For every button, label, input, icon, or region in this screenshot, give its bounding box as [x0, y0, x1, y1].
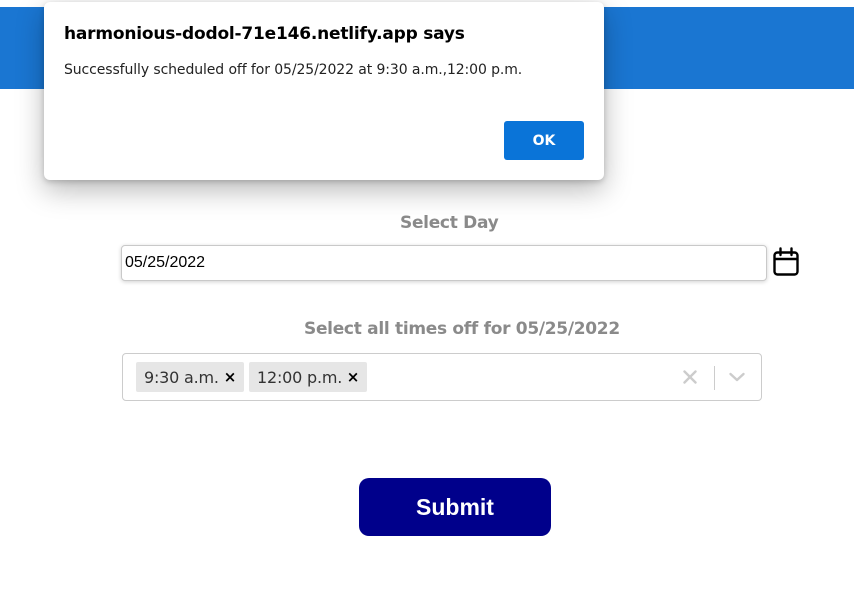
select-day-label: Select Day	[400, 213, 499, 233]
alert-title: harmonious-dodol-71e146.netlify.app says	[64, 24, 465, 44]
chip-label: 9:30 a.m.	[144, 367, 219, 387]
submit-button[interactable]: Submit	[359, 478, 551, 536]
alert-dialog: harmonious-dodol-71e146.netlify.app says…	[44, 2, 604, 180]
page: harmonious-dodol-71e146.netlify.app says…	[0, 0, 854, 590]
close-icon[interactable]: ×	[224, 367, 237, 387]
alert-ok-button[interactable]: OK	[504, 121, 584, 160]
close-icon[interactable]: ×	[347, 367, 360, 387]
chip-label: 12:00 p.m.	[257, 367, 343, 387]
alert-message: Successfully scheduled off for 05/25/202…	[64, 62, 523, 78]
times-multi-select[interactable]: 9:30 a.m. × 12:00 p.m. ×	[122, 353, 762, 401]
indicator-separator	[714, 366, 715, 390]
select-times-label: Select all times off for 05/25/2022	[304, 319, 620, 339]
date-input[interactable]	[121, 245, 767, 281]
selected-time-chip: 9:30 a.m. ×	[136, 362, 244, 392]
selected-time-chip: 12:00 p.m. ×	[249, 362, 367, 392]
clear-icon[interactable]	[682, 369, 698, 385]
calendar-icon[interactable]	[772, 247, 800, 277]
chevron-down-icon[interactable]	[728, 369, 746, 385]
